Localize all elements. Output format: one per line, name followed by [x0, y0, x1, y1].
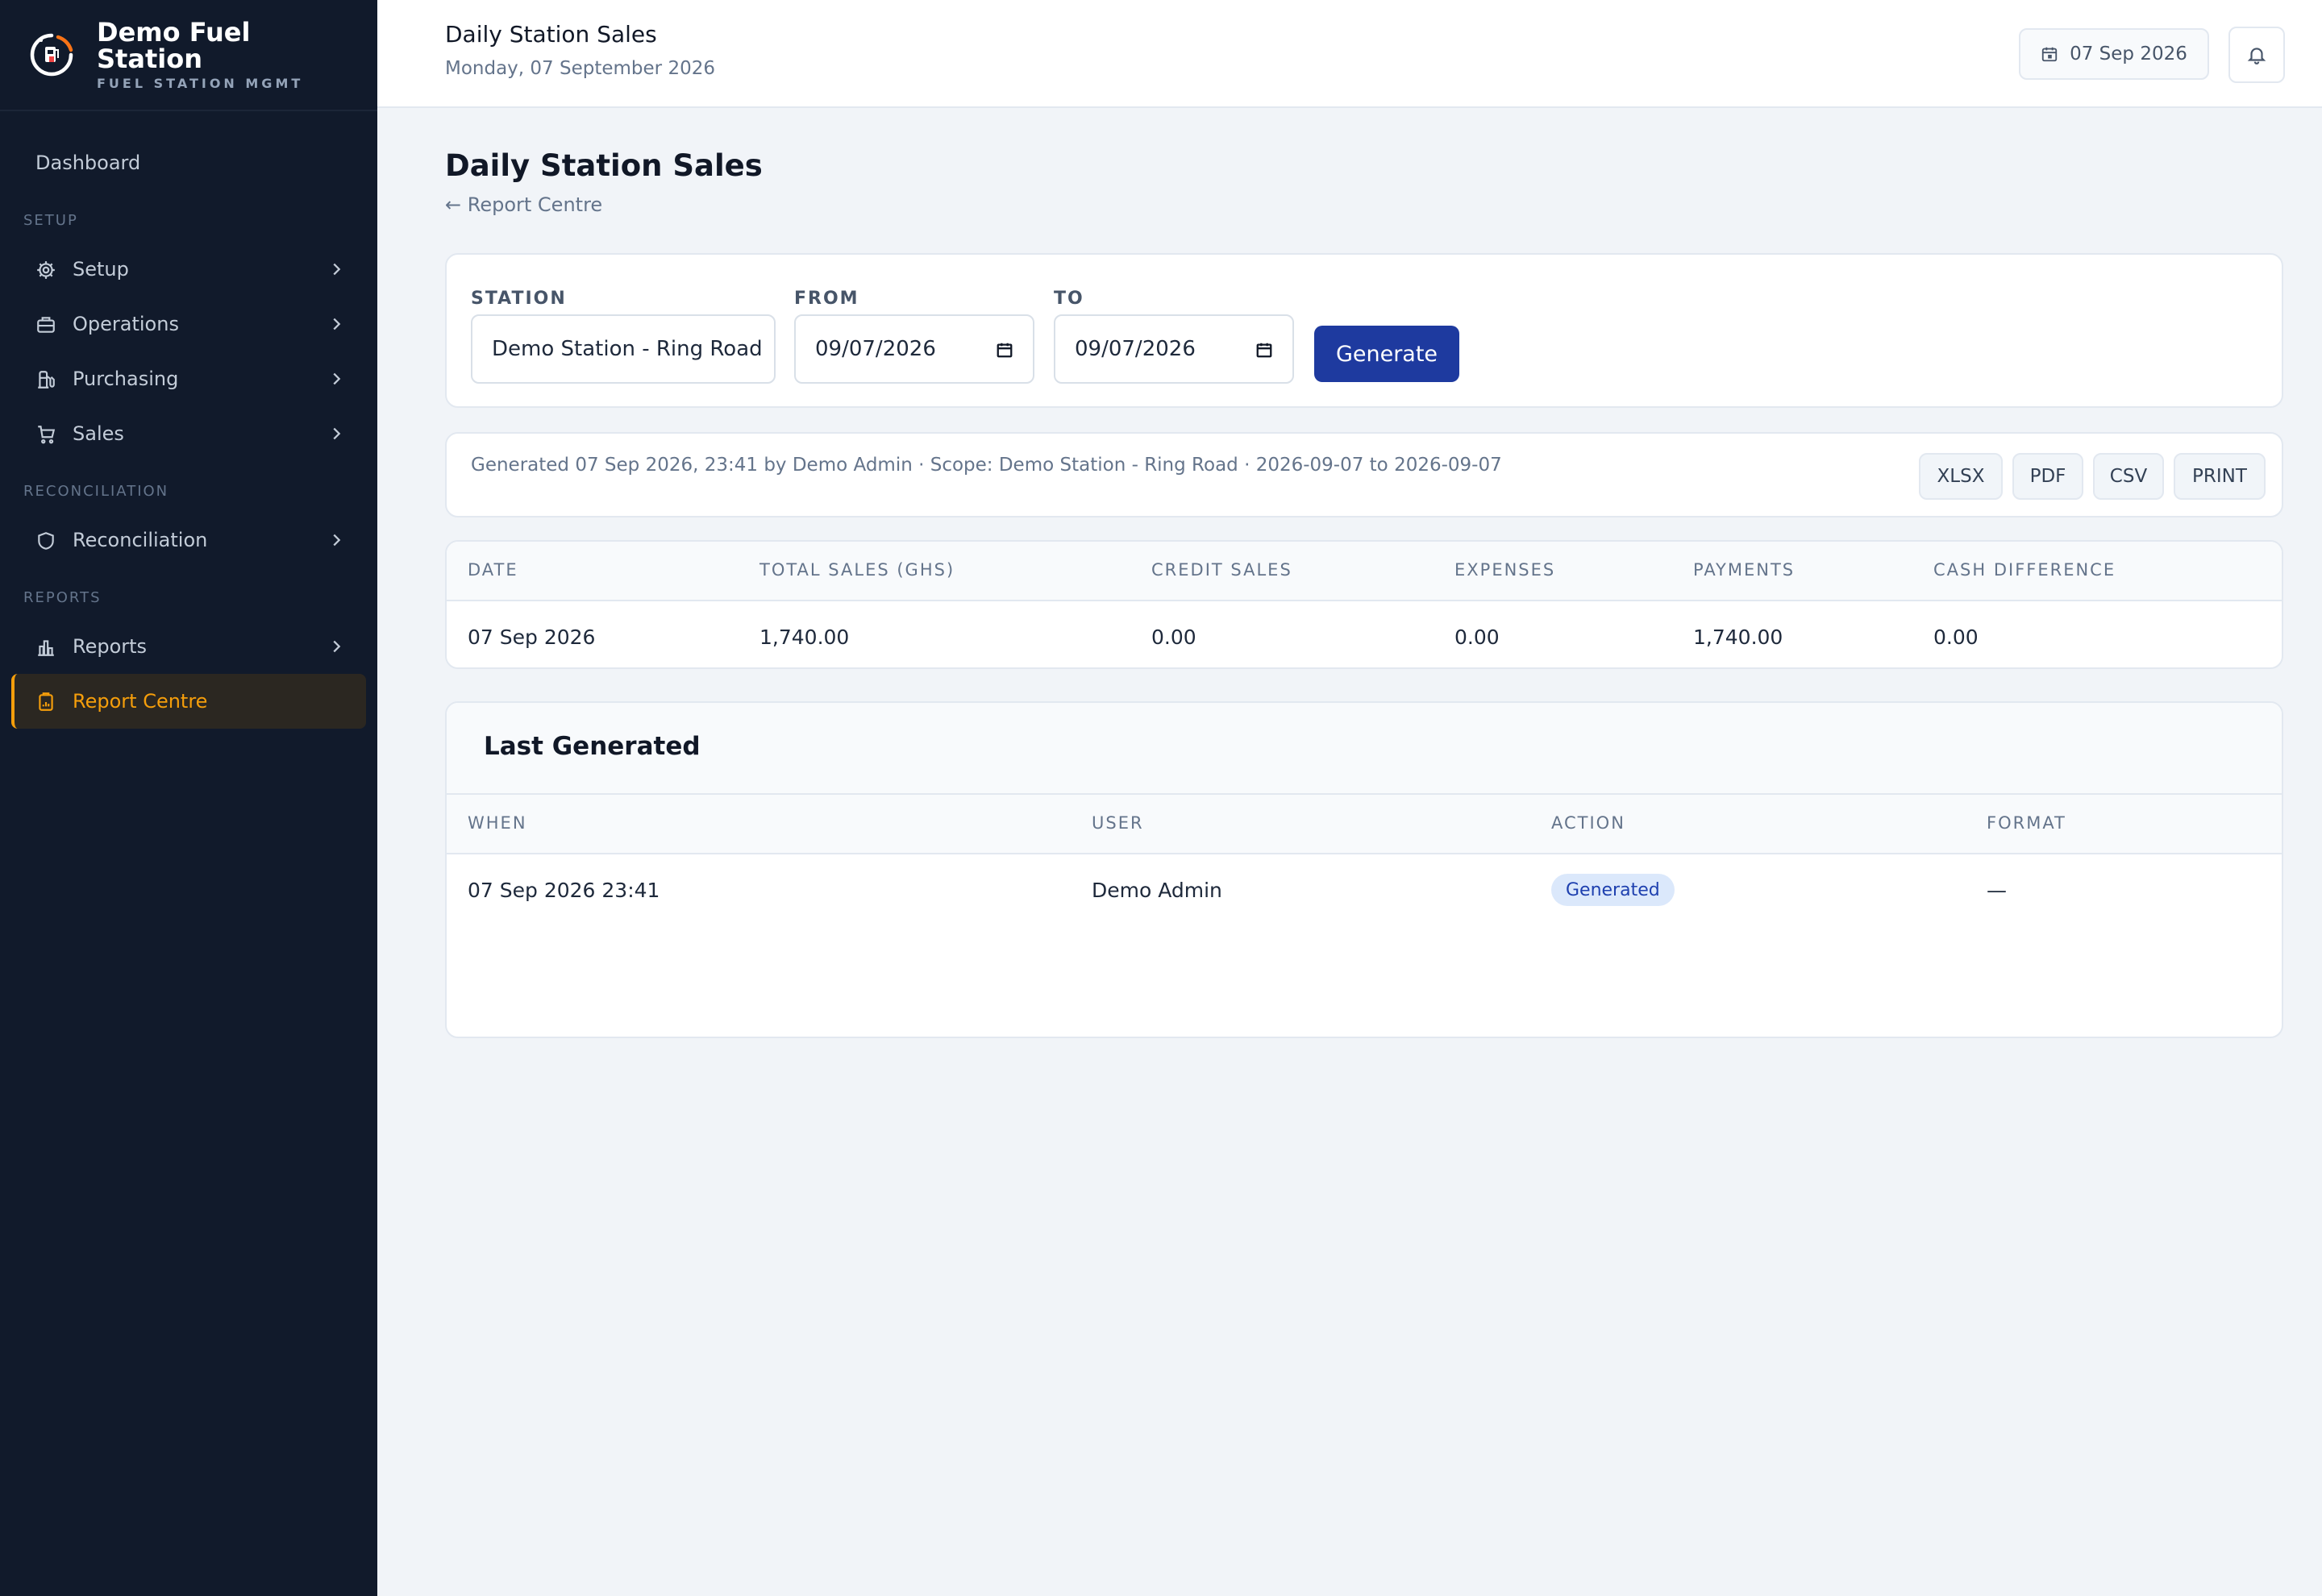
calendar-icon[interactable]	[996, 341, 1013, 359]
from-date-value: 09/07/2026	[815, 337, 936, 361]
to-date-value: 09/07/2026	[1075, 337, 1196, 361]
fuel-pump-icon	[38, 371, 55, 389]
brand-subtitle: FUEL STATION MGMT	[97, 75, 304, 91]
calendar-icon	[2041, 47, 2058, 62]
sidebar-item-report-centre[interactable]: Report Centre	[11, 674, 366, 729]
sidebar-item-operations[interactable]: Operations	[11, 297, 366, 351]
column-header: DATE	[468, 560, 518, 580]
station-label: STATION	[471, 289, 567, 309]
sidebar-section-reports: REPORTS	[23, 589, 102, 606]
column-header: FORMAT	[1987, 813, 2066, 833]
last-generated-header: Last Generated	[447, 703, 2282, 795]
station-value: Demo Station - Ring Road	[492, 337, 763, 361]
chevron-right-icon	[333, 640, 341, 653]
table-cell: 07 Sep 2026 23:41	[468, 879, 660, 902]
chevron-right-icon	[333, 427, 341, 440]
table-cell: 1,740.00	[1693, 626, 1783, 649]
column-header: CREDIT SALES	[1151, 560, 1292, 580]
status-badge: Generated	[1551, 874, 1675, 906]
column-header: ACTION	[1551, 813, 1625, 833]
column-header: PAYMENTS	[1693, 560, 1796, 580]
table-cell: 07 Sep 2026	[468, 626, 596, 649]
sidebar-nav: Dashboard SETUP Setup Operations Purchas…	[0, 111, 377, 729]
print-button[interactable]: PRINT	[2174, 453, 2266, 500]
date-chip-label: 07 Sep 2026	[2070, 44, 2187, 64]
brand[interactable]: Demo Fuel Station FUEL STATION MGMT	[0, 0, 377, 111]
bell-icon	[2247, 48, 2266, 64]
briefcase-icon	[37, 317, 55, 333]
column-header: CASH DIFFERENCE	[1933, 560, 2116, 580]
chevron-right-icon	[333, 372, 341, 385]
table-cell: 0.00	[1933, 626, 1979, 649]
sidebar-section-setup: SETUP	[23, 212, 78, 229]
sidebar-item-sales[interactable]: Sales	[11, 406, 366, 461]
report-meta-text: Generated 07 Sep 2026, 23:41 by Demo Adm…	[471, 455, 1502, 476]
cart-icon	[38, 426, 56, 444]
notifications-button[interactable]	[2228, 27, 2285, 83]
report-meta-card: Generated 07 Sep 2026, 23:41 by Demo Adm…	[445, 432, 2283, 517]
table-cell: —	[1987, 879, 2007, 902]
brand-name: Demo Fuel Station	[97, 16, 251, 74]
sidebar-item-reconciliation[interactable]: Reconciliation	[11, 513, 366, 567]
sidebar-item-label: Operations	[73, 313, 179, 335]
table-header: WHEN USER ACTION FORMAT	[447, 795, 2282, 854]
filter-card: STATION Demo Station - Ring Road FROM 09…	[445, 253, 2283, 408]
chevron-right-icon	[333, 318, 341, 330]
back-to-report-centre-link[interactable]: ← Report Centre	[445, 193, 602, 216]
last-generated-title: Last Generated	[484, 732, 701, 761]
fuel-gauge-logo-icon	[30, 33, 73, 77]
from-date-input[interactable]: 09/07/2026	[794, 314, 1034, 384]
column-header: TOTAL SALES (GHS)	[759, 560, 955, 580]
station-select[interactable]: Demo Station - Ring Road	[471, 314, 776, 384]
bar-chart-icon	[38, 640, 54, 656]
clipboard-icon	[39, 692, 53, 711]
sidebar-item-label: Purchasing	[73, 368, 179, 390]
main-content: Daily Station Sales ← Report Centre STAT…	[408, 108, 2322, 1596]
generate-button[interactable]: Generate	[1314, 326, 1459, 382]
sidebar-item-setup[interactable]: Setup	[11, 242, 366, 297]
sidebar-item-label: Reports	[73, 635, 148, 658]
export-pdf-button[interactable]: PDF	[2012, 453, 2083, 500]
page-title: Daily Station Sales	[445, 148, 763, 183]
table-header: DATE TOTAL SALES (GHS) CREDIT SALES EXPE…	[447, 542, 2282, 601]
calendar-icon[interactable]	[1255, 341, 1273, 359]
sidebar-item-dashboard[interactable]: Dashboard	[11, 135, 366, 190]
sidebar-item-reports[interactable]: Reports	[11, 619, 366, 674]
sales-table: DATE TOTAL SALES (GHS) CREDIT SALES EXPE…	[445, 540, 2283, 669]
date-picker-button[interactable]: 07 Sep 2026	[2019, 28, 2209, 80]
sidebar: Demo Fuel Station FUEL STATION MGMT Dash…	[0, 0, 377, 1596]
table-cell: 0.00	[1454, 626, 1500, 649]
export-csv-button[interactable]: CSV	[2093, 453, 2164, 500]
sidebar-item-label: Dashboard	[35, 152, 141, 174]
chevron-right-icon	[333, 534, 341, 547]
gear-icon	[37, 261, 55, 279]
to-date-input[interactable]: 09/07/2026	[1054, 314, 1294, 384]
column-header: EXPENSES	[1454, 560, 1556, 580]
to-label: TO	[1054, 289, 1084, 309]
table-cell: 0.00	[1151, 626, 1196, 649]
top-header: Daily Station Sales Monday, 07 September…	[377, 0, 2322, 108]
sidebar-item-label: Sales	[73, 422, 124, 445]
sidebar-item-label: Report Centre	[73, 690, 208, 713]
from-label: FROM	[794, 289, 859, 309]
table-cell: Demo Admin	[1092, 879, 1222, 902]
chevron-right-icon	[333, 263, 341, 276]
header-title: Daily Station Sales	[445, 21, 657, 48]
last-generated-card: Last Generated WHEN USER ACTION FORMAT 0…	[445, 701, 2283, 1038]
sidebar-item-label: Reconciliation	[73, 529, 208, 551]
column-header: WHEN	[468, 813, 527, 833]
header-date: Monday, 07 September 2026	[445, 58, 715, 79]
sidebar-section-reconciliation: RECONCILIATION	[23, 483, 169, 500]
table-cell: 1,740.00	[759, 626, 850, 649]
column-header: USER	[1092, 813, 1144, 833]
shield-icon	[38, 532, 54, 550]
export-xlsx-button[interactable]: XLSX	[1919, 453, 2003, 500]
sidebar-item-label: Setup	[73, 258, 129, 281]
sidebar-item-purchasing[interactable]: Purchasing	[11, 351, 366, 406]
